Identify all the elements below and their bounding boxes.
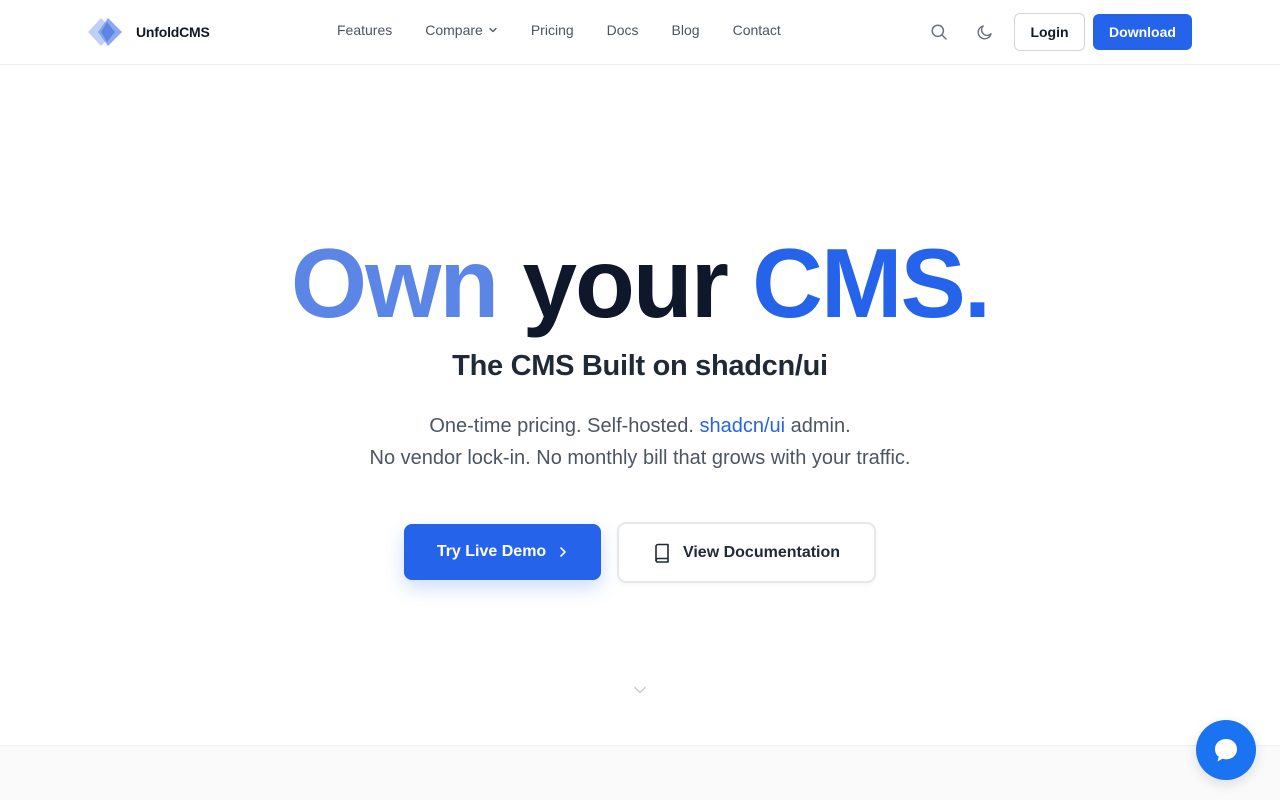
brand-name: UnfoldCMS <box>136 24 210 40</box>
hero-description-line-1: One-time pricing. Self-hosted. shadcn/ui… <box>0 410 1280 442</box>
next-section <box>0 745 1280 800</box>
nav-compare[interactable]: Compare <box>425 22 498 38</box>
chat-widget-button[interactable] <box>1196 720 1256 780</box>
view-documentation-label: View Documentation <box>682 543 841 561</box>
view-documentation-button[interactable]: View Documentation <box>617 522 876 583</box>
theme-toggle-button[interactable] <box>974 21 996 43</box>
brand-logo[interactable]: UnfoldCMS <box>88 16 210 48</box>
hero-desc-text-start: One-time pricing. Self-hosted. <box>429 415 700 437</box>
nav-docs[interactable]: Docs <box>607 22 639 38</box>
search-icon <box>931 24 947 40</box>
try-live-demo-button[interactable]: Try Live Demo <box>404 524 601 580</box>
search-button[interactable] <box>928 21 950 43</box>
chevron-right-icon <box>560 547 566 557</box>
hero-title-word-own: Own <box>290 228 499 338</box>
nav-pricing[interactable]: Pricing <box>531 22 574 38</box>
hero-description: One-time pricing. Self-hosted. shadcn/ui… <box>0 410 1280 474</box>
hero-title-period: . <box>963 228 991 338</box>
nav-features[interactable]: Features <box>337 22 392 38</box>
chevron-down-icon <box>489 27 497 33</box>
hero-title-word-your: your <box>522 228 728 338</box>
site-header: UnfoldCMS Features Compare Pricing Docs … <box>0 0 1280 65</box>
logo-icon <box>88 16 126 48</box>
hero-description-line-2: No vendor lock-in. No monthly bill that … <box>369 447 911 469</box>
login-button[interactable]: Login <box>1014 13 1085 51</box>
nav-compare-label: Compare <box>425 22 483 38</box>
moon-icon <box>977 25 992 40</box>
shadcn-link[interactable]: shadcn/ui <box>699 415 785 437</box>
scroll-down-icon[interactable] <box>632 683 648 697</box>
download-button[interactable]: Download <box>1093 14 1192 50</box>
hero-desc-text-end: admin. <box>785 415 851 437</box>
try-live-demo-label: Try Live Demo <box>436 543 547 560</box>
hero-title: Own your CMS. <box>0 228 1280 338</box>
hero-subtitle: The CMS Built on shadcn/ui <box>452 350 828 382</box>
hero-title-word-cms: CMS <box>752 228 966 338</box>
chat-icon <box>1215 739 1237 762</box>
book-icon <box>655 543 669 563</box>
nav-blog[interactable]: Blog <box>672 22 700 38</box>
nav-contact[interactable]: Contact <box>733 22 781 38</box>
main-nav: Features Compare Pricing Docs Blog Conta… <box>337 22 781 38</box>
